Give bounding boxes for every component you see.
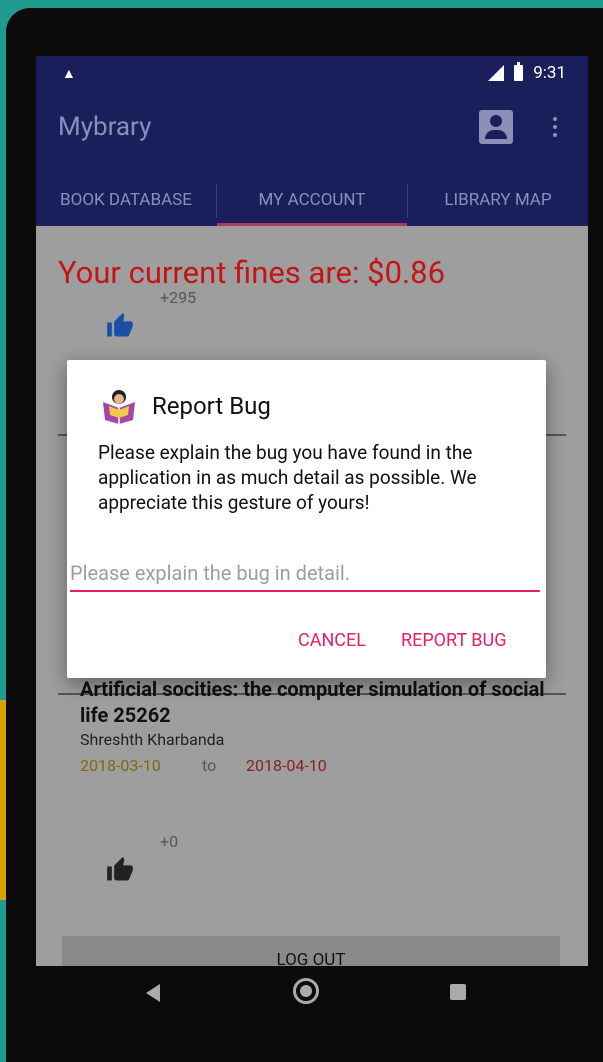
tab-bar: BOOK DATABASE MY ACCOUNT LIBRARY MAP — [36, 176, 588, 226]
home-icon[interactable] — [293, 978, 319, 1004]
like-count: +295 — [160, 288, 197, 307]
tab-book-database[interactable]: BOOK DATABASE — [36, 176, 216, 226]
book-author: Shreshth Kharbanda — [80, 730, 225, 749]
report-bug-dialog: Report Bug Please explain the bug you ha… — [67, 360, 546, 678]
tab-my-account[interactable]: MY ACCOUNT — [217, 176, 407, 226]
signal-icon — [488, 65, 505, 81]
tab-library-map[interactable]: LIBRARY MAP — [408, 176, 588, 226]
thumbs-up-icon[interactable] — [106, 856, 134, 884]
issue-date: 2018-03-10 — [80, 756, 161, 775]
thumbs-up-icon[interactable] — [106, 312, 134, 340]
dialog-message: Please explain the bug you have found in… — [98, 441, 477, 514]
account-icon[interactable] — [479, 110, 513, 144]
battery-icon — [514, 62, 524, 81]
notification-icon: ▲ — [62, 66, 76, 82]
navigation-bar — [30, 958, 582, 1026]
status-time: 9:31 — [533, 63, 566, 83]
status-bar: ▲ 9:31 — [36, 56, 588, 92]
dialog-title: Report Bug — [152, 392, 271, 420]
date-separator: to — [202, 756, 217, 775]
fines-label: Your current fines are: $0.86 — [58, 254, 446, 291]
app-title: Mybrary — [58, 112, 152, 142]
recent-apps-icon[interactable] — [450, 984, 466, 1000]
more-options-icon[interactable] — [552, 114, 558, 140]
book-reader-icon — [103, 390, 135, 424]
back-icon[interactable] — [146, 984, 160, 1002]
cancel-button[interactable]: CANCEL — [298, 630, 366, 651]
bug-description-input[interactable] — [70, 556, 540, 592]
due-date: 2018-04-10 — [246, 756, 327, 775]
book-title: Artificial socities: the computer simula… — [80, 677, 545, 727]
report-bug-button[interactable]: REPORT BUG — [401, 630, 506, 651]
like-count: +0 — [160, 832, 179, 851]
app-bar: Mybrary BOOK DATABASE MY ACCOUNT LIBRARY… — [36, 92, 588, 226]
